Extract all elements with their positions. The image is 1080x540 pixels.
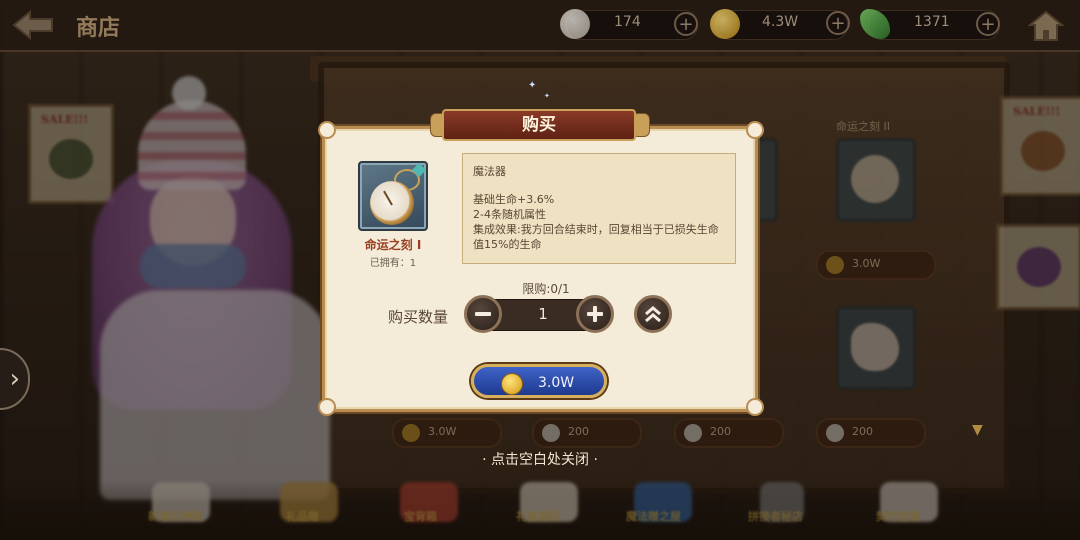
page-title: 商店	[76, 15, 121, 41]
item-owned-count: 已拥有：1	[369, 258, 417, 269]
scroll-down-icon[interactable]: ▼	[972, 422, 983, 438]
add-gold-button[interactable]: +	[826, 11, 850, 35]
corner-ornament	[746, 121, 764, 139]
corner-ornament	[318, 398, 336, 416]
corner-ornament	[318, 121, 336, 139]
item-stat: 2-4条随机属性	[473, 208, 546, 221]
purchase-limit: 限购:0/1	[522, 282, 570, 296]
home-button[interactable]	[1027, 10, 1065, 42]
pearl-value: 174	[614, 14, 641, 30]
sparkle-icon: ✦	[544, 92, 550, 100]
back-button[interactable]	[10, 8, 58, 42]
plus-icon	[587, 306, 603, 322]
buy-price: 3.0W	[538, 375, 575, 391]
home-icon	[1027, 10, 1065, 41]
item-type: 魔法器	[473, 165, 506, 178]
decrease-quantity-button[interactable]	[464, 295, 502, 333]
gold-coin-icon	[501, 373, 523, 395]
increase-quantity-button[interactable]	[576, 295, 614, 333]
back-arrow-icon	[12, 9, 53, 41]
buy-button[interactable]: 3.0W	[471, 364, 607, 398]
add-pearl-button[interactable]: +	[674, 12, 698, 36]
dialog-title-banner: 购买	[430, 107, 650, 143]
minus-icon	[475, 312, 491, 316]
corner-ornament	[746, 398, 764, 416]
pearl-icon	[560, 9, 590, 39]
gem-value: 1371	[914, 14, 950, 30]
gold-value: 4.3W	[762, 14, 799, 30]
close-hint[interactable]: · 点击空白处关闭 ·	[0, 449, 1080, 469]
sparkle-icon: ✦	[528, 80, 537, 91]
item-stat: 基础生命+3.6%	[473, 193, 555, 206]
item-description: 魔法器 基础生命+3.6% 2-4条随机属性 集成效果:我方回合结束时，回复相当…	[462, 153, 736, 264]
chevron-right-icon: ›	[9, 364, 20, 394]
gold-coin-icon	[710, 9, 740, 39]
top-bar: 商店 174 + 4.3W + 1371 +	[0, 0, 1080, 52]
double-chevron-up-icon	[645, 306, 661, 323]
item-name: 命运之刻 I	[364, 238, 422, 252]
max-quantity-button[interactable]	[634, 295, 672, 333]
dialog-title: 购买	[442, 109, 636, 141]
add-gem-button[interactable]: +	[976, 12, 1000, 36]
item-set-effect: 集成效果:我方回合结束时，回复相当于已损失生命值15%的生命	[473, 223, 719, 251]
item-icon-pocket-watch[interactable]	[358, 161, 428, 231]
quantity-label: 购买数量	[388, 308, 449, 326]
